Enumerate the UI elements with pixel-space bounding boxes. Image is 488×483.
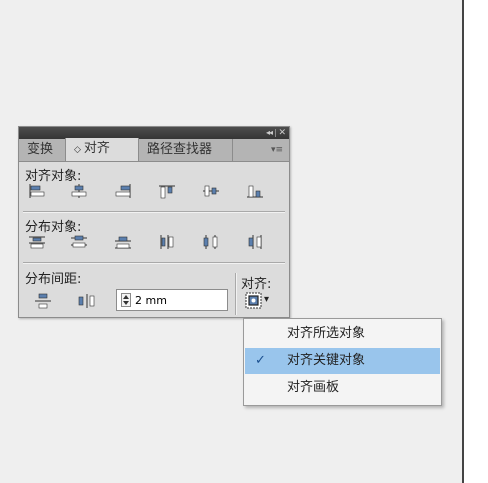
align-to-dropdown[interactable]: ▾ xyxy=(245,292,273,310)
distribute-objects-label: 分布对象: xyxy=(25,220,82,235)
tab-align-label: 对齐 xyxy=(83,141,110,156)
vertical-distribute-space-icon[interactable] xyxy=(33,293,53,309)
section-divider xyxy=(23,262,285,264)
align-right-icon[interactable] xyxy=(113,183,133,199)
align-to-menu: 对齐所选对象 ✓ 对齐关键对象 对齐画板 xyxy=(243,318,442,406)
menu-item-align-selection[interactable]: 对齐所选对象 xyxy=(245,321,440,347)
align-to-label: 对齐: xyxy=(241,277,272,292)
tab-pathfinder-label: 路径查找器 xyxy=(147,142,213,157)
distribute-bottom-icon[interactable] xyxy=(113,234,133,250)
distribute-spacing-label: 分布间距: xyxy=(25,272,82,287)
distribute-objects-row xyxy=(19,234,289,252)
panel-titlebar[interactable]: ◂◂ ✕ xyxy=(19,127,289,139)
align-objects-label: 对齐对象: xyxy=(25,169,82,184)
tab-align[interactable]: ◇ 对齐 xyxy=(65,138,139,161)
panel-tabbar: 变换 ◇ 对齐 路径查找器 ▾≡ xyxy=(19,138,289,162)
tab-transform[interactable]: 变换 xyxy=(27,139,53,161)
menu-item-label: 对齐画板 xyxy=(287,380,340,395)
align-left-icon[interactable] xyxy=(27,183,47,199)
tab-pathfinder[interactable]: 路径查找器 xyxy=(137,139,233,161)
checkmark-icon: ✓ xyxy=(255,353,266,368)
panel-menu-icon[interactable]: ▾≡ xyxy=(271,139,283,161)
menu-item-align-key-object[interactable]: ✓ 对齐关键对象 xyxy=(245,348,440,374)
align-objects-row xyxy=(19,183,289,201)
stepper-up-icon[interactable] xyxy=(123,295,129,299)
close-icon[interactable]: ✕ xyxy=(278,127,286,139)
stepper-down-icon[interactable] xyxy=(123,301,129,305)
horizontal-distribute-space-icon[interactable] xyxy=(77,293,97,309)
distribute-top-icon[interactable] xyxy=(27,234,47,250)
canvas-area xyxy=(464,0,488,483)
distribute-left-icon[interactable] xyxy=(157,234,177,250)
menu-item-label: 对齐关键对象 xyxy=(287,353,366,368)
align-vertical-center-icon[interactable] xyxy=(201,183,221,199)
distribute-vertical-center-icon[interactable] xyxy=(69,234,89,250)
distribute-horizontal-center-icon[interactable] xyxy=(201,234,221,250)
align-panel: ◂◂ ✕ 变换 ◇ 对齐 路径查找器 ▾≡ 对齐对象: 分布对象: 分布间距: … xyxy=(18,126,290,318)
key-object-icon xyxy=(245,292,262,309)
align-top-icon[interactable] xyxy=(157,183,177,199)
align-horizontal-center-icon[interactable] xyxy=(69,183,89,199)
distribute-right-icon[interactable] xyxy=(245,234,265,250)
spacing-stepper[interactable] xyxy=(116,289,228,311)
dropdown-arrow-icon: ▾ xyxy=(264,294,270,305)
menu-item-align-artboard[interactable]: 对齐画板 xyxy=(245,375,440,401)
tab-transform-label: 变换 xyxy=(27,142,54,157)
vertical-divider xyxy=(235,273,237,315)
spacing-input[interactable] xyxy=(135,292,223,308)
stepper-buttons[interactable] xyxy=(121,293,131,307)
tab-options-icon: ◇ xyxy=(74,145,81,155)
titlebar-separator xyxy=(275,129,276,137)
section-divider xyxy=(23,211,285,213)
collapse-icon[interactable]: ◂◂ xyxy=(266,127,273,139)
menu-item-label: 对齐所选对象 xyxy=(287,326,366,341)
align-bottom-icon[interactable] xyxy=(245,183,265,199)
